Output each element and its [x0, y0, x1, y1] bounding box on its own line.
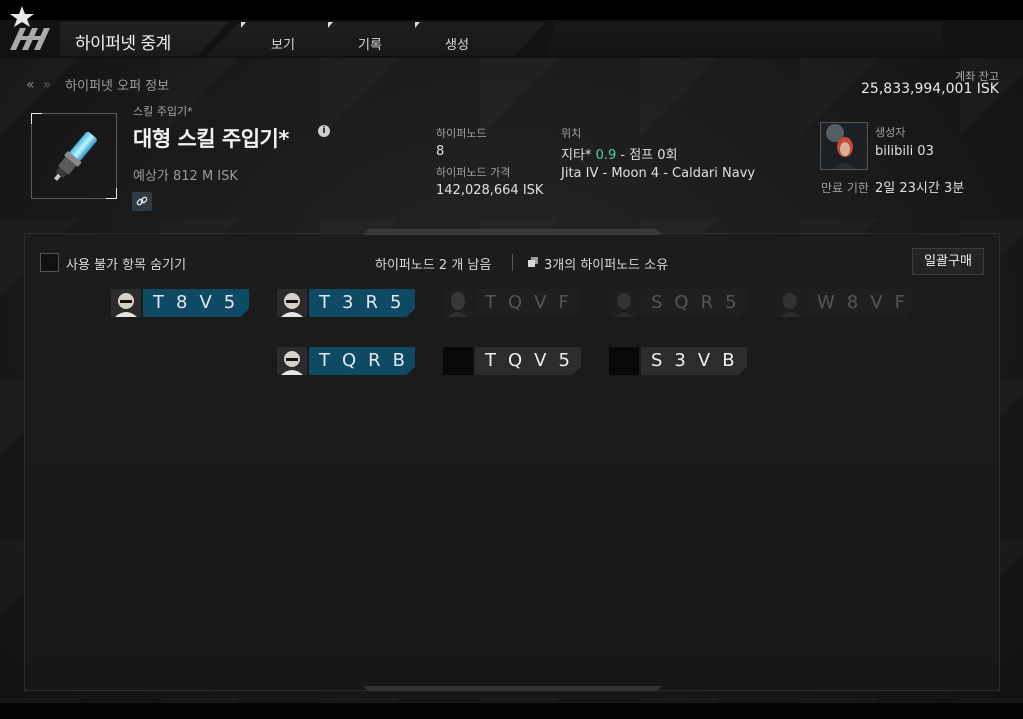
owner-avatar — [609, 289, 639, 317]
expiry-label: 만료 기한 — [821, 181, 869, 195]
tab-create[interactable]: 생성 — [445, 34, 469, 53]
node-code: T8V5 — [143, 289, 249, 317]
location-station[interactable]: Jita IV - Moon 4 - Caldari Navy — [561, 166, 755, 181]
tab-view[interactable]: 보기 — [271, 34, 295, 53]
info-icon[interactable]: i — [318, 125, 330, 137]
owner-avatar — [277, 289, 307, 317]
creator-portrait — [821, 123, 867, 169]
header-right-plate — [545, 22, 943, 56]
node-code: TQRB — [309, 347, 415, 375]
hypernet-logo-icon — [10, 6, 50, 50]
hypernode-price-label: 하이퍼노드 가격 — [436, 166, 511, 179]
hypernode-tile[interactable]: W8VF — [775, 289, 913, 317]
app-title-plate: 하이퍼넷 중계 — [60, 22, 228, 56]
jump-count: - 점프 0회 — [620, 148, 678, 163]
node-code: S3VB — [641, 347, 747, 375]
balance-value: 25,833,994,001 ISK — [861, 81, 999, 97]
hide-unavailable-checkbox[interactable] — [40, 253, 59, 272]
breadcrumb-title: 하이퍼넷 오퍼 정보 — [65, 79, 170, 94]
item-name: 대형 스킬 주입기* — [133, 127, 289, 151]
estimated-price: 예상가 812 M ISK — [133, 169, 238, 184]
node-code: TQV5 — [475, 347, 581, 375]
hypernode-price-value: 142,028,664 ISK — [436, 183, 544, 198]
top-strip — [0, 0, 1023, 20]
header-bar: 하이퍼넷 중계 보기 기록 생성 — [0, 0, 1023, 58]
security-status: 0.9 — [595, 148, 617, 163]
hypernode-tile[interactable]: S3VB — [609, 347, 747, 375]
location-label: 위치 — [561, 127, 582, 140]
owner-avatar — [277, 347, 307, 375]
creator-avatar[interactable] — [820, 122, 868, 170]
hypernode-tile[interactable]: TQRB — [277, 347, 415, 375]
hypernode-tile[interactable]: T3R5 — [277, 289, 415, 317]
hypernode-tile[interactable]: TQV5 — [443, 347, 581, 375]
remaining-count: 하이퍼노드 2 개 남음 — [375, 258, 492, 273]
panel-bottom-handle — [363, 686, 662, 691]
item-category: 스킬 주입기* — [133, 105, 193, 118]
creator-name[interactable]: bilibili 03 — [875, 144, 934, 159]
buy-all-button[interactable]: 일괄구매 — [912, 248, 984, 275]
hypernode-tile[interactable]: TQVF — [443, 289, 581, 317]
hypernode-tile[interactable]: T8V5 — [111, 289, 249, 317]
link-button[interactable] — [132, 192, 152, 211]
nodes-owned-icon — [528, 257, 538, 267]
empty-avatar-slot — [443, 347, 473, 375]
tab-history[interactable]: 기록 — [358, 34, 382, 53]
empty-avatar-slot — [609, 347, 639, 375]
node-code: W8VF — [807, 289, 913, 317]
hypernet-relay-window: 하이퍼넷 중계 보기 기록 생성 « » 하이퍼넷 오퍼 정보 계좌 잔고 25… — [0, 0, 1023, 719]
double-chevron-right-icon[interactable]: » — [43, 77, 52, 93]
hypernode-value: 8 — [436, 144, 445, 159]
node-code: T3R5 — [309, 289, 415, 317]
double-chevron-left-icon[interactable]: « — [26, 77, 35, 93]
panel-top-handle — [363, 229, 662, 235]
link-icon — [136, 196, 148, 206]
expiry-value: 2일 23시간 3분 — [875, 181, 965, 196]
skill-injector-icon — [53, 131, 97, 181]
creator-label: 생성자 — [875, 126, 906, 139]
hypernode-label: 하이퍼노드 — [436, 127, 487, 140]
node-code: TQVF — [475, 289, 581, 317]
divider — [512, 254, 513, 271]
owner-avatar — [111, 289, 141, 317]
bottom-bar — [0, 703, 1023, 719]
owner-avatar — [443, 289, 473, 317]
app-title: 하이퍼넷 중계 — [75, 34, 171, 54]
system-name[interactable]: 지타* — [561, 148, 591, 163]
location-system[interactable]: 지타* 0.9 - 점프 0회 — [561, 144, 678, 163]
breadcrumb: « » 하이퍼넷 오퍼 정보 — [26, 75, 170, 95]
node-code: SQR5 — [641, 289, 747, 317]
item-icon-frame[interactable] — [31, 113, 117, 199]
hide-unavailable-label[interactable]: 사용 불가 항목 숨기기 — [66, 254, 186, 273]
owned-count: 3개의 하이퍼노드 소유 — [544, 258, 669, 273]
hypernode-tile[interactable]: SQR5 — [609, 289, 747, 317]
owner-avatar — [775, 289, 805, 317]
